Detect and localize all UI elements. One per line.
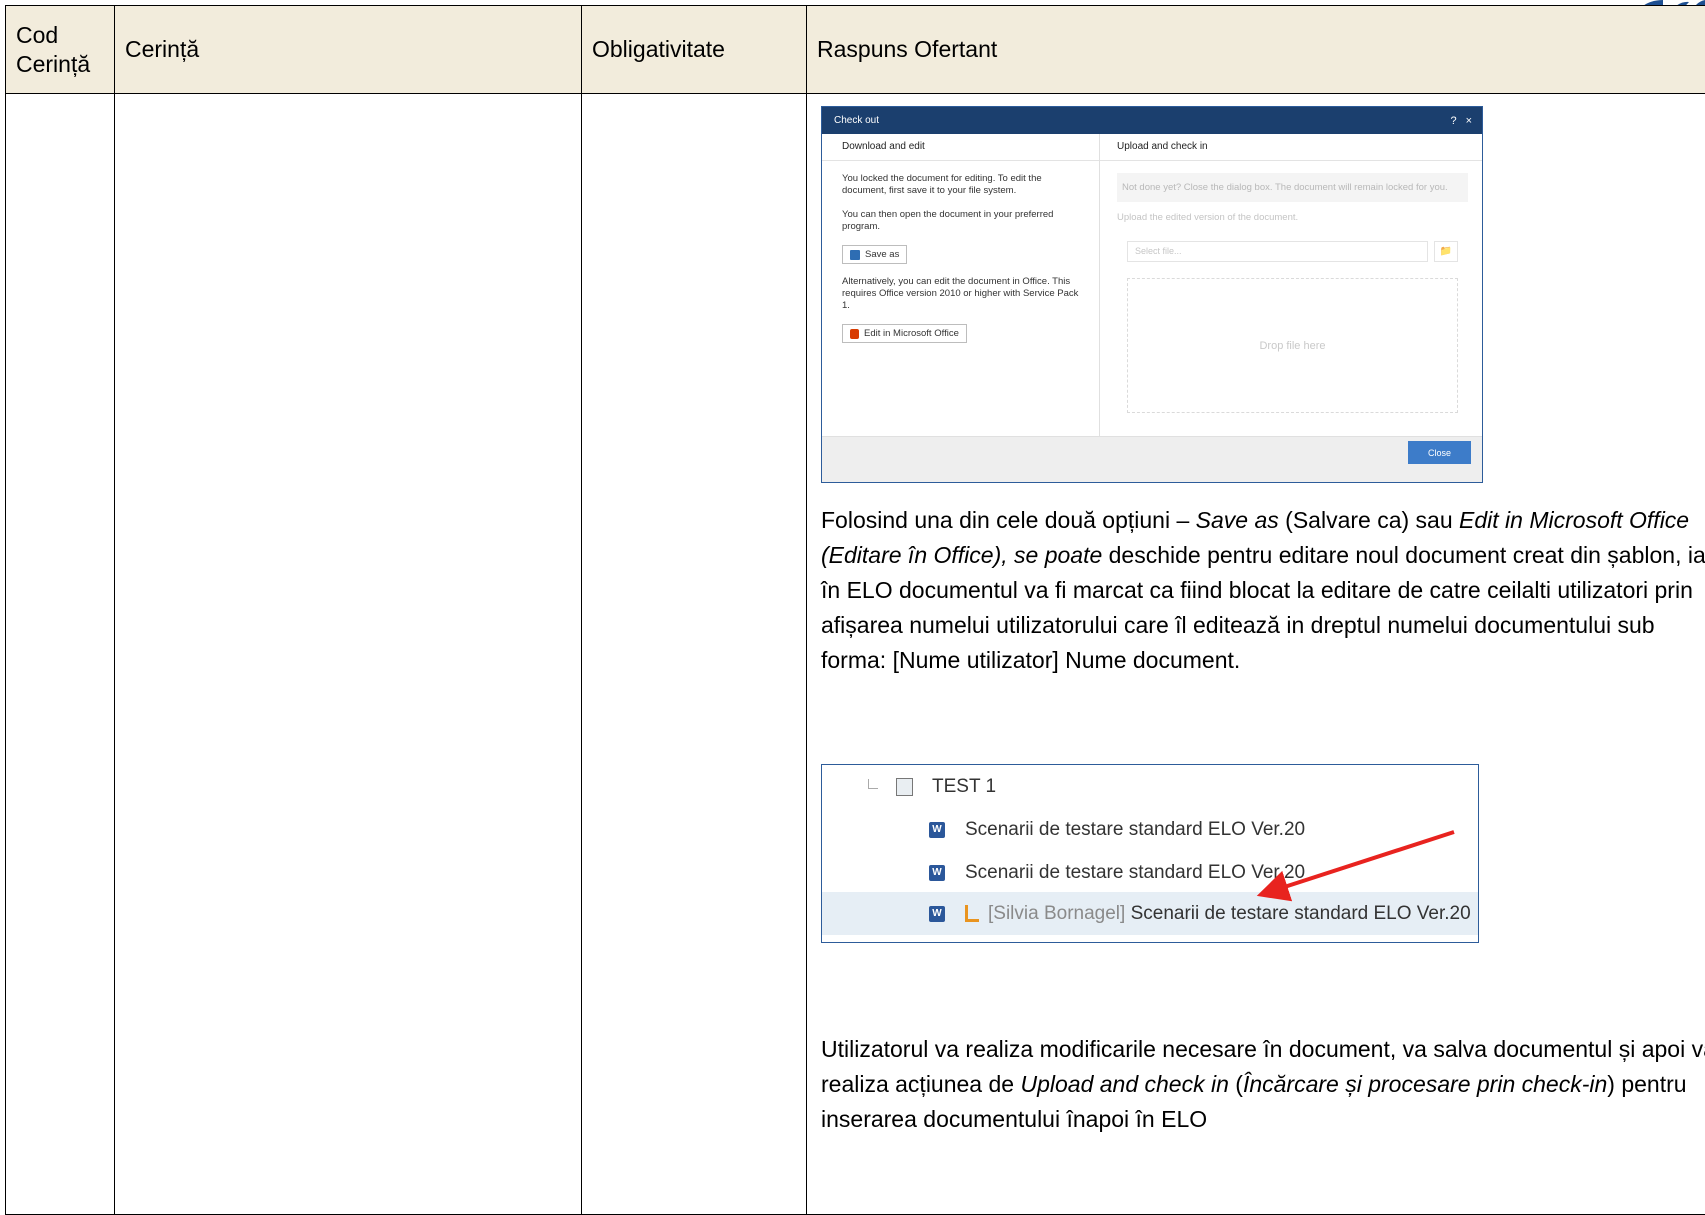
save-as-label: Save as	[865, 249, 899, 260]
edit-in-office-label: Edit in Microsoft Office	[864, 328, 959, 339]
not-done-hint: Not done yet? Close the dialog box. The …	[1117, 173, 1468, 202]
drop-text: Drop file here	[1259, 340, 1325, 352]
dialog-footer: Close	[822, 436, 1482, 482]
tree-row-document[interactable]: W Scenarii de testare standard ELO Ver.2…	[822, 808, 1478, 851]
help-icon[interactable]: ?	[1450, 115, 1456, 127]
italic-span: Upload and check in	[1020, 1071, 1228, 1097]
requirements-table: Cod Cerință Cerință Obligativitate Raspu…	[5, 5, 1705, 1215]
italic-span: Save as	[1196, 507, 1279, 533]
document-tree-screenshot: TEST 1 W Scenarii de testare standard EL…	[821, 764, 1479, 943]
word-document-icon: W	[929, 906, 945, 922]
checked-out-icon	[965, 905, 979, 922]
checkout-dialog-screenshot: Check out ? × Download and edit You lock…	[821, 106, 1483, 483]
browse-folder-icon[interactable]: 📁	[1434, 241, 1458, 262]
tree-row-document[interactable]: W Scenarii de testare standard ELO Ver.2…	[822, 851, 1478, 894]
close-icon[interactable]: ×	[1466, 115, 1472, 127]
word-document-icon: W	[929, 865, 945, 881]
drop-zone[interactable]: Drop file here	[1127, 278, 1458, 413]
cell-cod	[6, 94, 115, 1215]
upload-checkin-header: Upload and check in	[1100, 134, 1482, 161]
tree-row-locked-document[interactable]: W [Silvia Bornagel] Scenarii de testare …	[822, 892, 1478, 935]
cell-obligativitate	[582, 94, 807, 1215]
save-as-button[interactable]: Save as	[842, 245, 907, 264]
word-document-icon: W	[929, 822, 945, 838]
tree-row-folder[interactable]: TEST 1	[822, 765, 1478, 808]
tree-elbow-icon	[868, 779, 878, 789]
folder-icon	[896, 778, 913, 796]
header-cerinta: Cerință	[115, 6, 582, 94]
italic-span: Încărcare și procesare prin check-in	[1243, 1071, 1607, 1097]
download-edit-panel: Download and edit You locked the documen…	[822, 134, 1100, 436]
dialog-titlebar: Check out ? ×	[822, 107, 1482, 134]
upload-checkin-panel: Upload and check in Not done yet? Close …	[1100, 134, 1482, 436]
close-button[interactable]: Close	[1408, 441, 1471, 464]
text-span: (Salvare ca) sau	[1279, 507, 1459, 533]
text-span: (	[1229, 1071, 1243, 1097]
save-icon	[850, 250, 860, 260]
header-raspuns-ofertant: Raspuns Ofertant	[807, 6, 1705, 94]
paragraph-upload: Utilizatorul va realiza modificarile nec…	[821, 1032, 1705, 1137]
open-program-text: You can then open the document in your p…	[842, 209, 1079, 233]
office-info-text: Alternatively, you can edit the document…	[842, 276, 1079, 312]
cell-cerinta	[115, 94, 582, 1215]
folder-label: TEST 1	[932, 776, 996, 798]
locked-info-text: You locked the document for editing. To …	[842, 173, 1079, 197]
paragraph-options: Folosind una din cele două opțiuni – Sav…	[821, 503, 1705, 678]
header-cod-cerinta: Cod Cerință	[6, 6, 115, 94]
edit-in-office-button[interactable]: Edit in Microsoft Office	[842, 324, 967, 343]
document-label: Scenarii de testare standard ELO Ver.20	[965, 862, 1305, 884]
office-icon	[850, 329, 859, 339]
header-obligativitate: Obligativitate	[582, 6, 807, 94]
text-span: Folosind una din cele două opțiuni –	[821, 507, 1196, 533]
download-edit-header: Download and edit	[822, 134, 1099, 161]
document-label: Scenarii de testare standard ELO Ver.20	[965, 819, 1305, 841]
cell-raspuns: Check out ? × Download and edit You lock…	[807, 94, 1705, 1215]
dialog-title: Check out	[834, 115, 879, 126]
locked-user-name: [Silvia Bornagel]	[988, 903, 1125, 924]
select-file-input[interactable]: Select file...	[1127, 241, 1428, 262]
upload-hint: Upload the edited version of the documen…	[1117, 212, 1468, 223]
locked-document-label: Scenarii de testare standard ELO Ver.20	[1131, 903, 1471, 924]
